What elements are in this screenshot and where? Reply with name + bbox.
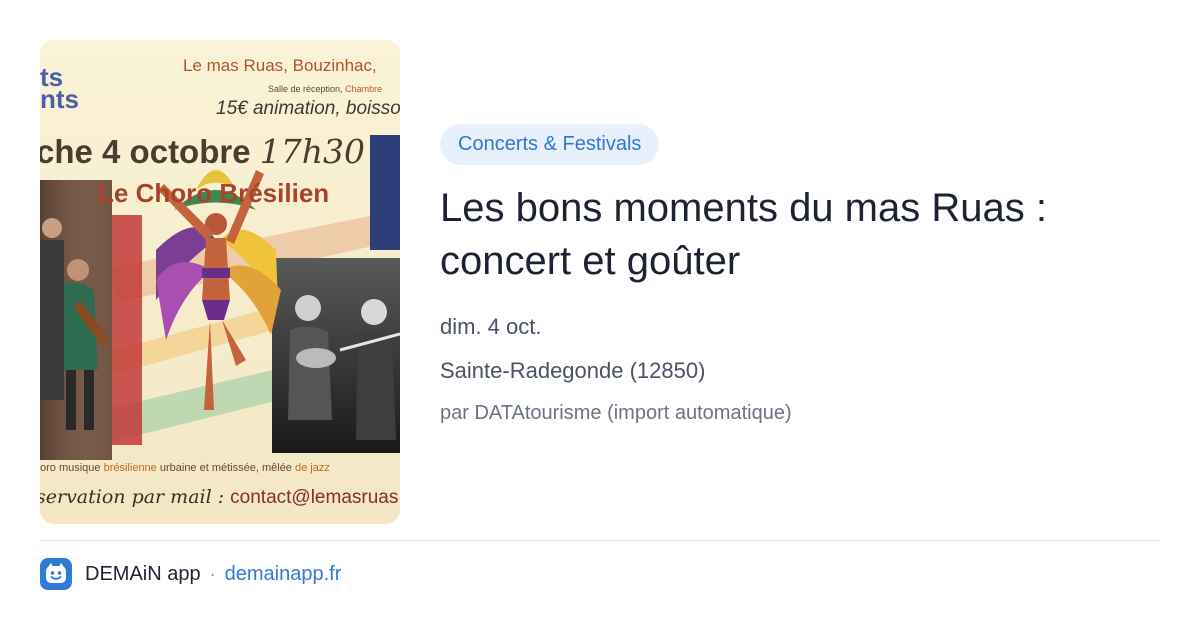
poster-desc-part: urbaine et métissée, mêlée: [156, 462, 295, 474]
poster-salle-highlight: Chambre: [345, 84, 383, 94]
poster-mail-label: servation par mail :: [40, 486, 231, 508]
poster-date-day: che 4 octobre: [40, 133, 260, 170]
poster-price-text: 15€ animation, boisso: [216, 98, 400, 119]
event-location: Sainte-Radegonde (12850): [440, 358, 706, 383]
footer-divider: [40, 540, 1160, 541]
smiling-face-icon[interactable]: [40, 558, 72, 590]
app-name: DEMAiN app: [85, 562, 201, 585]
poster-date-time: 17h30: [259, 132, 365, 171]
poster-salle-label: Salle de réception,: [268, 84, 346, 94]
poster-band-text: Le Choro Brésilien: [98, 178, 330, 208]
event-title[interactable]: Les bons moments du mas Ruas : concert e…: [440, 182, 1160, 288]
site-footer: DEMAiN app · demainapp.fr: [40, 558, 341, 590]
poster-desc-highlight: brésilienne: [103, 462, 157, 474]
poster-venue-text: Le mas Ruas, Bouzinhac,: [183, 56, 377, 75]
poster-logo-lines: ts nts: [40, 62, 79, 114]
category-badge[interactable]: Concerts & Festivals: [440, 124, 660, 165]
event-poster-image[interactable]: Le mas Ruas, Bouzinhac, ts nts Salle de …: [40, 40, 400, 524]
event-source: par DATAtourisme (import automatique): [440, 402, 792, 424]
poster-date-text: che 4 octobre 17h30: [40, 132, 365, 171]
footer-separator: ·: [209, 563, 216, 584]
poster-desc-highlight: de jazz: [294, 462, 330, 474]
site-link[interactable]: demainapp.fr: [225, 563, 342, 586]
poster-reservation-text: servation par mail : contact@lemasruas: [40, 486, 398, 509]
poster-logo-text: ts nts: [40, 64, 79, 112]
event-date: dim. 4 oct.: [440, 314, 542, 339]
poster-mail-address: contact@lemasruas: [230, 487, 399, 508]
event-card[interactable]: Le mas Ruas, Bouzinhac, ts nts Salle de …: [0, 0, 1200, 630]
poster-description-text: oro musique brésilienne urbaine et métis…: [40, 462, 330, 474]
poster-salle-text: Salle de réception, Chambre: [268, 84, 382, 94]
poster-desc-part: oro musique: [40, 462, 104, 474]
